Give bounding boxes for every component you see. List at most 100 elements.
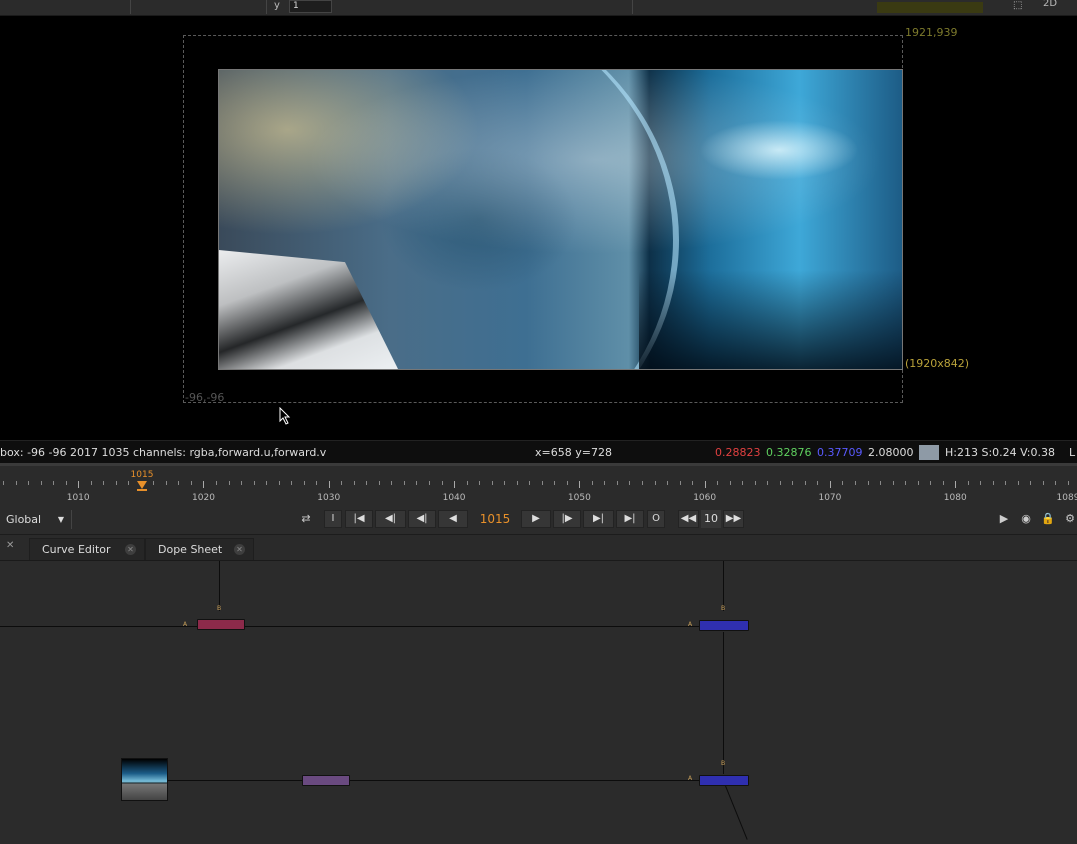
timeline-tick-label: 1020 [192, 493, 215, 503]
timeline-tick [341, 481, 343, 485]
play-backward-button[interactable]: ◀ [438, 510, 468, 528]
timeline-tick [40, 481, 42, 485]
timeline-tick [353, 481, 355, 485]
red-value: 0.28823 [715, 446, 761, 459]
skip-forward-increment-button[interactable]: ▶▶ [723, 510, 744, 528]
timeline-tick [992, 481, 994, 485]
timeline-tick [654, 481, 656, 485]
timeline-tick [203, 481, 205, 488]
timeline-tick [804, 481, 806, 485]
graph-node[interactable] [197, 619, 245, 630]
close-icon[interactable]: ✕ [234, 544, 245, 555]
flipbook-icon[interactable]: ▶ [997, 512, 1011, 526]
current-frame-input[interactable]: 1015 [474, 510, 516, 528]
timeline-tick [767, 481, 769, 485]
timeline-tick [28, 481, 30, 485]
green-value: 0.32876 [766, 446, 812, 459]
timeline-tick [855, 481, 856, 485]
timeline-tick [616, 481, 618, 485]
graph-node[interactable] [699, 775, 749, 786]
settings-icon[interactable]: ⚙ [1063, 512, 1077, 526]
timeline-tick [516, 481, 518, 485]
node-input-pin[interactable]: B [721, 605, 725, 612]
step-forward-button[interactable]: |▶ [553, 510, 581, 528]
timeline-tick [429, 481, 430, 485]
frame-increment-input[interactable]: 10 [701, 510, 721, 528]
timeline-tick [829, 481, 831, 488]
toolbar-separator [130, 0, 131, 14]
go-to-end-button[interactable]: ▶| [616, 510, 644, 528]
mouse-cursor-icon [279, 407, 291, 425]
timeline-tick [967, 481, 969, 485]
timeline-tick-label: 1050 [567, 493, 591, 503]
timeline-tick [742, 481, 744, 485]
timeline-tick [90, 481, 92, 485]
timeline-tick-label: 1010 [66, 493, 90, 503]
format-size-label: (1920x842) [905, 357, 970, 370]
timeline[interactable]: 1015 1010 1020 1030 1040 1050 1060 1070 1080 108… [0, 463, 1077, 506]
node-graph[interactable]: B B B A A A [0, 561, 1077, 844]
y-input[interactable]: 1 [289, 0, 332, 13]
graph-node[interactable] [699, 620, 749, 631]
playhead-icon[interactable] [137, 481, 147, 489]
bbox-top-right-coord: 1921,939 [905, 26, 958, 39]
next-keyframe-button[interactable]: ▶| [583, 510, 614, 528]
tab-curve-editor[interactable]: Curve Editor ✕ [29, 538, 145, 560]
timeline-tick [241, 481, 243, 485]
node-input-pin[interactable]: B [217, 605, 221, 612]
node-input-pin[interactable]: A [688, 621, 692, 628]
timeline-tick [78, 481, 80, 488]
play-forward-button[interactable]: ▶ [521, 510, 551, 528]
timeline-tick [980, 481, 982, 485]
timeline-tick [704, 481, 706, 488]
timeline-tick [403, 481, 405, 485]
playhead-frame-label: 1015 [130, 470, 154, 480]
node-connection [244, 626, 700, 627]
lens-glow [699, 120, 859, 180]
set-in-point-button[interactable]: I [324, 510, 342, 528]
view-mode-button[interactable]: 2D [1043, 0, 1057, 9]
timeline-tick [591, 481, 593, 485]
close-icon[interactable]: ✕ [125, 544, 136, 555]
timeline-tick [779, 481, 781, 485]
timeline-tick [579, 481, 581, 488]
node-input-pin[interactable]: A [183, 621, 187, 628]
step-back-button[interactable]: ◀| [408, 510, 436, 528]
viewer-image [218, 69, 903, 370]
timeline-tick [178, 481, 180, 485]
loop-mode-icon[interactable]: ⇄ [296, 512, 316, 526]
timeline-tick [667, 481, 669, 485]
timeline-tick [642, 481, 643, 485]
read-node-thumbnail[interactable] [121, 758, 168, 801]
timeline-tick [253, 481, 255, 485]
go-to-start-button[interactable]: |◀ [345, 510, 373, 528]
timeline-tick [554, 481, 556, 485]
roi-icon[interactable]: ⬚ [1013, 0, 1022, 11]
timeline-tick [328, 481, 330, 488]
planet-shadow [639, 270, 902, 369]
previous-keyframe-button[interactable]: ◀| [375, 510, 406, 528]
skip-back-increment-button[interactable]: ◀◀ [678, 510, 699, 528]
timeline-tick [391, 481, 393, 485]
node-connection [168, 780, 302, 781]
timeline-ruler[interactable] [0, 481, 1077, 491]
frame-range-scope-select[interactable]: Global ▼ [4, 511, 68, 528]
timeline-tick [165, 481, 167, 485]
timeline-tick [416, 481, 418, 485]
timeline-tick [629, 481, 631, 485]
status-highlight [877, 2, 983, 13]
timeline-tick [955, 481, 957, 488]
pixel-info-bar: box: -96 -96 2017 1035 channels: rgba,fo… [0, 440, 1077, 464]
set-out-point-button[interactable]: O [647, 510, 665, 528]
lock-icon[interactable]: 🔒 [1041, 512, 1055, 526]
playhead-marker [137, 489, 147, 491]
close-pane-icon[interactable]: ✕ [6, 540, 14, 551]
node-input-pin[interactable]: B [721, 760, 725, 767]
chevron-down-icon: ▼ [57, 515, 64, 524]
timeline-tick [366, 481, 368, 485]
tab-dope-sheet[interactable]: Dope Sheet ✕ [145, 538, 254, 560]
node-input-pin[interactable]: A [688, 775, 692, 782]
graph-node[interactable] [302, 775, 350, 786]
capture-icon[interactable]: ◉ [1019, 512, 1033, 526]
timeline-tick [291, 481, 293, 485]
